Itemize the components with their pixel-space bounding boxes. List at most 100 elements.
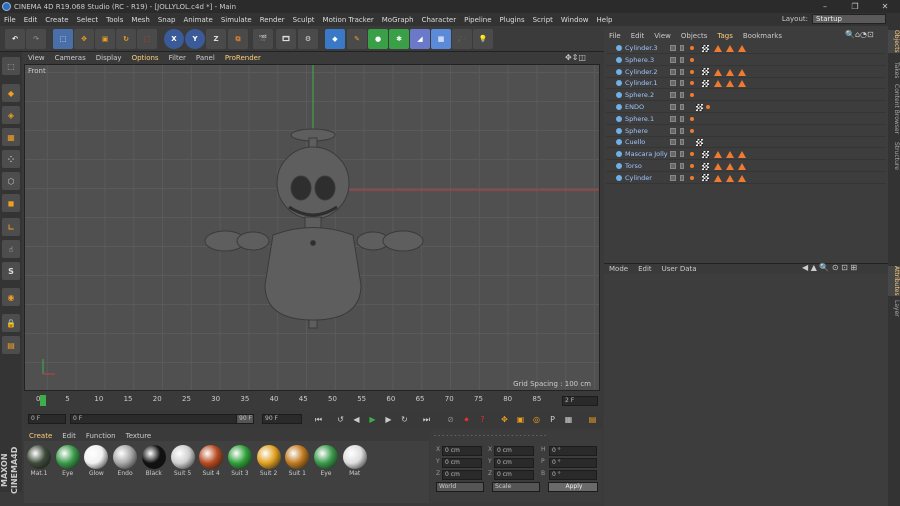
side-tab-layer[interactable]: Layer	[888, 300, 900, 317]
material-swatch[interactable]: Mat	[342, 445, 368, 477]
attribute-menu-mode[interactable]: Mode	[604, 265, 633, 273]
menu-mograph[interactable]: MoGraph	[378, 16, 418, 24]
object-row[interactable]: Sphere.1	[606, 114, 886, 125]
object-name[interactable]: Sphere.2	[625, 91, 654, 99]
object-menu-bookmarks[interactable]: Bookmarks	[738, 32, 787, 40]
viewport-menu-options[interactable]: Options	[127, 54, 164, 62]
cube-icon[interactable]: ◆	[325, 29, 345, 49]
record-keys-icon[interactable]: ⊘	[444, 413, 457, 426]
material-swatch[interactable]: Suit 4	[198, 445, 224, 477]
menu-mesh[interactable]: Mesh	[127, 16, 153, 24]
apply-button[interactable]: Apply	[548, 482, 598, 492]
menu-character[interactable]: Character	[418, 16, 461, 24]
coord-value[interactable]: 0 °	[549, 470, 597, 480]
visibility-flag[interactable]	[670, 151, 676, 158]
menu-window[interactable]: Window	[557, 16, 593, 24]
minimize-button[interactable]: –	[810, 2, 840, 11]
scale-icon[interactable]: ▣	[95, 29, 115, 49]
menu-help[interactable]: Help	[593, 16, 617, 24]
layer-flag[interactable]	[680, 151, 684, 158]
timeline-end-frame[interactable]: 2 F	[562, 396, 598, 406]
layer-flag[interactable]	[680, 68, 684, 75]
previous-frame-icon[interactable]: ◀	[350, 413, 363, 426]
go-to-end-icon[interactable]: ⏭	[420, 413, 433, 426]
layer-flag[interactable]	[680, 56, 684, 63]
viewport-menu-filter[interactable]: Filter	[164, 54, 191, 62]
material-menu-texture[interactable]: Texture	[121, 432, 157, 440]
timeline-ruler[interactable]: 051015202530354045505560657075808590 2 F	[24, 393, 602, 409]
visibility-flag[interactable]	[670, 139, 676, 146]
scale-mode-dropdown[interactable]: Scale	[492, 482, 540, 492]
material-menu-edit[interactable]: Edit	[57, 432, 81, 440]
layer-flag[interactable]	[680, 127, 684, 134]
material-swatch[interactable]: Glow	[83, 445, 109, 477]
viewport-menu-panel[interactable]: Panel	[191, 54, 220, 62]
z-axis-lock-icon[interactable]: Z	[206, 29, 226, 49]
go-to-start-icon[interactable]: ⏮	[312, 413, 325, 426]
y-axis-lock-icon[interactable]: Y	[185, 29, 205, 49]
object-row[interactable]: Cuello	[606, 137, 886, 149]
coord-value[interactable]: 0 cm	[494, 458, 534, 468]
material-swatch[interactable]: Suit 2	[256, 445, 282, 477]
material-swatch[interactable]: Eye	[313, 445, 339, 477]
move-icon[interactable]: ✥	[74, 29, 94, 49]
visibility-flag[interactable]	[670, 80, 676, 87]
pen-icon[interactable]: ✎	[347, 29, 367, 49]
menu-tools[interactable]: Tools	[102, 16, 127, 24]
visibility-flag[interactable]	[670, 127, 676, 134]
side-tab-attributes[interactable]: Attributes	[888, 266, 900, 296]
viewport-menu-display[interactable]: Display	[91, 54, 127, 62]
object-name[interactable]: Mascara Jolly	[625, 150, 668, 158]
previous-key-icon[interactable]: ↺	[334, 413, 347, 426]
object-name[interactable]: Sphere	[625, 127, 648, 135]
coordinate-system-icon[interactable]: ⧉	[228, 29, 248, 49]
rotate-icon[interactable]: ↻	[116, 29, 136, 49]
layer-flag[interactable]	[680, 163, 684, 169]
visibility-flag[interactable]	[670, 174, 676, 181]
polygons-mode-icon[interactable]: ◼	[2, 194, 20, 212]
object-name[interactable]: Torso	[625, 162, 642, 170]
object-row[interactable]: ENDO	[606, 102, 886, 113]
layer-flag[interactable]	[680, 104, 684, 110]
next-frame-icon[interactable]: ▶	[382, 413, 395, 426]
x-axis-lock-icon[interactable]: X	[164, 29, 184, 49]
rotation-key-icon[interactable]: ◎	[530, 413, 543, 426]
object-name[interactable]: Sphere.3	[625, 56, 654, 64]
render-to-picture-viewer-icon[interactable]: 🎞	[276, 29, 296, 49]
scale-key-icon[interactable]: ▣	[514, 413, 527, 426]
menu-pipeline[interactable]: Pipeline	[460, 16, 495, 24]
object-row[interactable]: Cylinder	[606, 173, 886, 184]
timeline-window-icon[interactable]: ▤	[586, 413, 599, 426]
menu-file[interactable]: File	[0, 16, 20, 24]
object-row[interactable]: Sphere.3	[606, 55, 886, 66]
front-viewport[interactable]: Front Grid Spacing : 100 cm	[24, 64, 600, 391]
material-menu-function[interactable]: Function	[81, 432, 121, 440]
visibility-flag[interactable]	[670, 163, 676, 169]
autokey-icon[interactable]: ⏺	[460, 413, 473, 426]
layer-flag[interactable]	[680, 45, 684, 51]
menu-plugins[interactable]: Plugins	[496, 16, 529, 24]
object-name[interactable]: Cylinder	[625, 174, 652, 182]
attribute-menu-user-data[interactable]: User Data	[657, 265, 702, 273]
visibility-flag[interactable]	[670, 92, 676, 99]
viewport-menu-cameras[interactable]: Cameras	[50, 54, 91, 62]
object-menu-tags[interactable]: Tags	[712, 32, 738, 40]
playhead[interactable]	[40, 395, 46, 406]
object-row[interactable]: Sphere.2	[606, 90, 886, 102]
object-row[interactable]: Mascara Jolly	[606, 149, 886, 161]
make-editable-icon[interactable]: ⬚	[2, 57, 20, 75]
side-tab-takes[interactable]: Takes	[888, 62, 900, 78]
coord-value[interactable]: 0 °	[549, 458, 597, 468]
visibility-flag[interactable]	[670, 68, 676, 75]
live-selection-icon[interactable]: ⬚	[53, 29, 73, 49]
coord-value[interactable]: 0 cm	[494, 446, 534, 456]
preview-range-slider[interactable]: 0 F	[70, 414, 254, 424]
material-swatch[interactable]: Eye	[55, 445, 81, 477]
layer-flag[interactable]	[680, 174, 684, 181]
point-level-key-icon[interactable]: ▦	[562, 413, 575, 426]
attribute-menu-edit[interactable]: Edit	[633, 265, 657, 273]
layout-dropdown[interactable]: Startup	[812, 14, 886, 24]
material-swatch[interactable]: Suit 5	[170, 445, 196, 477]
object-row[interactable]: Torso	[606, 161, 886, 172]
material-swatch[interactable]: Suit 3	[227, 445, 253, 477]
